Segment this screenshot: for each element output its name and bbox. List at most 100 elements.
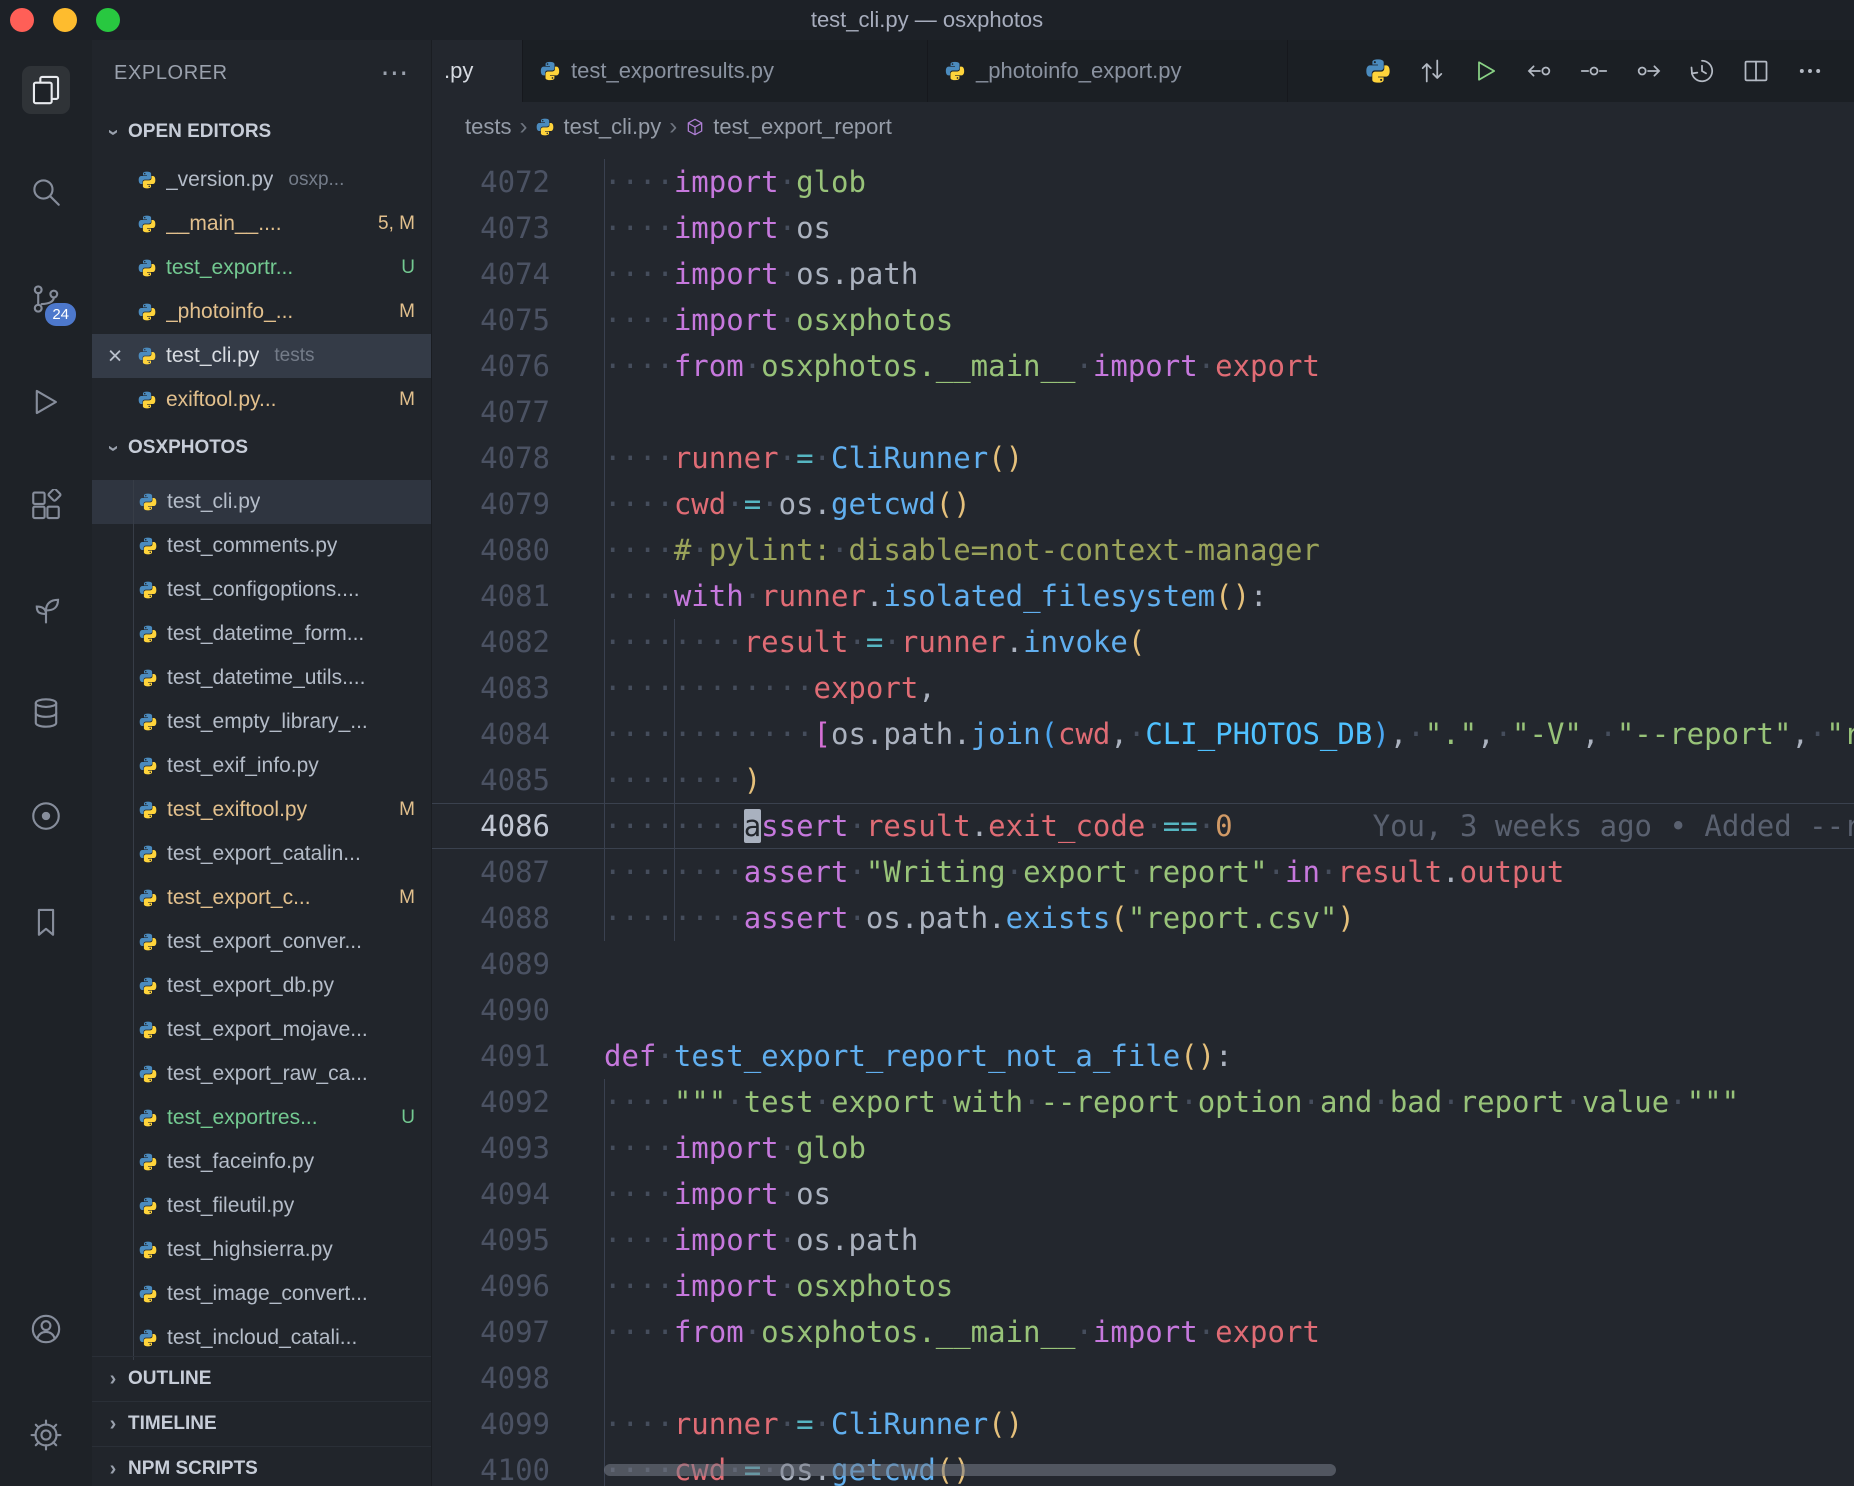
code-line[interactable]: 4092····"""·test·export·with·--report·op… <box>432 1079 1854 1125</box>
more-actions-icon[interactable] <box>1796 57 1824 85</box>
code-line[interactable]: 4079····cwd·=·os.getcwd() <box>432 481 1854 527</box>
file-row[interactable]: test_export_conver... <box>92 920 431 964</box>
line-number[interactable]: 4076 <box>432 343 604 389</box>
close-icon[interactable]: × <box>102 342 128 371</box>
open-editor-item[interactable]: ×test_cli.pytests <box>92 334 431 378</box>
breadcrumb-item[interactable]: test_export_report <box>685 114 892 140</box>
line-number[interactable]: 4095 <box>432 1217 604 1263</box>
file-row[interactable]: test_datetime_form... <box>92 612 431 656</box>
line-number[interactable]: 4099 <box>432 1401 604 1447</box>
code-line[interactable]: 4097····from·osxphotos.__main__·import·e… <box>432 1309 1854 1355</box>
line-number[interactable]: 4098 <box>432 1355 604 1401</box>
file-row[interactable]: test_comments.py <box>92 524 431 568</box>
editor-tab[interactable]: test_exportresults.py <box>523 40 928 102</box>
line-number[interactable]: 4074 <box>432 251 604 297</box>
line-number[interactable]: 4096 <box>432 1263 604 1309</box>
code-line[interactable]: 4096····import·osxphotos <box>432 1263 1854 1309</box>
line-number[interactable]: 4100 <box>432 1447 604 1486</box>
file-row[interactable]: test_exiftool.pyM <box>92 788 431 832</box>
file-row[interactable]: test_datetime_utils.... <box>92 656 431 700</box>
file-row[interactable]: test_export_raw_ca... <box>92 1052 431 1096</box>
file-row[interactable]: test_fileutil.py <box>92 1184 431 1228</box>
breadcrumb-item[interactable]: test_cli.py <box>535 114 661 140</box>
minimize-window-button[interactable] <box>53 8 77 32</box>
line-number[interactable]: 4082 <box>432 619 604 665</box>
activity-item-bookmark[interactable] <box>22 898 70 946</box>
file-row[interactable]: test_export_c...M <box>92 876 431 920</box>
code-line[interactable]: 4072····import·glob <box>432 159 1854 205</box>
file-row[interactable]: test_export_catalin... <box>92 832 431 876</box>
activity-item-search[interactable] <box>22 168 70 216</box>
code-line[interactable]: 4091def·test_export_report_not_a_file(): <box>432 1033 1854 1079</box>
code-line[interactable]: 4073····import·os <box>432 205 1854 251</box>
activity-item-database[interactable] <box>22 689 70 737</box>
open-editor-item[interactable]: _version.pyosxp... <box>92 158 431 202</box>
next-change-icon[interactable] <box>1634 57 1662 85</box>
code-line[interactable]: 4094····import·os <box>432 1171 1854 1217</box>
split-editor-icon[interactable] <box>1742 57 1770 85</box>
line-number[interactable]: 4077 <box>432 389 604 435</box>
code-line[interactable]: 4076····from·osxphotos.__main__·import·e… <box>432 343 1854 389</box>
code-line[interactable]: 4078····runner·=·CliRunner() <box>432 435 1854 481</box>
editor-tab[interactable]: _photoinfo_export.py <box>928 40 1288 102</box>
activity-item-settings-gear[interactable] <box>22 1411 70 1459</box>
line-number[interactable]: 4093 <box>432 1125 604 1171</box>
file-row[interactable]: test_exportres...U <box>92 1096 431 1140</box>
code-line[interactable]: 4086········assert·result.exit_code·==·0… <box>432 803 1854 849</box>
code-line[interactable]: 4082········result·=·runner.invoke( <box>432 619 1854 665</box>
line-number[interactable]: 4094 <box>432 1171 604 1217</box>
open-editor-item[interactable]: test_exportr...U <box>92 246 431 290</box>
code-line[interactable]: 4089 <box>432 941 1854 987</box>
code-line[interactable]: 4088········assert·os.path.exists("repor… <box>432 895 1854 941</box>
line-number[interactable]: 4072 <box>432 159 604 205</box>
line-number[interactable]: 4090 <box>432 987 604 1033</box>
line-number[interactable]: 4081 <box>432 573 604 619</box>
activity-item-run-debug[interactable] <box>22 378 70 426</box>
line-number[interactable]: 4091 <box>432 1033 604 1079</box>
file-row[interactable]: test_image_convert... <box>92 1272 431 1316</box>
open-editor-item[interactable]: exiftool.py...M <box>92 378 431 422</box>
code-line[interactable]: 4087········assert·"Writing·export·repor… <box>432 849 1854 895</box>
activity-item-plant[interactable] <box>22 585 70 633</box>
previous-change-icon[interactable] <box>1526 57 1554 85</box>
line-number[interactable]: 4085 <box>432 757 604 803</box>
code-line[interactable]: 4084············[os.path.join(cwd,·CLI_P… <box>432 711 1854 757</box>
line-number[interactable]: 4089 <box>432 941 604 987</box>
line-number[interactable]: 4097 <box>432 1309 604 1355</box>
open-editor-item[interactable]: __main__....5, M <box>92 202 431 246</box>
file-row[interactable]: test_cli.py <box>92 480 431 524</box>
sidebar-section-timeline[interactable]: ›TIMELINE <box>92 1401 431 1446</box>
code-line[interactable]: 4098 <box>432 1355 1854 1401</box>
file-row[interactable]: test_export_db.py <box>92 964 431 1008</box>
open-editor-item[interactable]: _photoinfo_...M <box>92 290 431 334</box>
code-line[interactable]: 4077 <box>432 389 1854 435</box>
open-editors-section-header[interactable]: › OPEN EDITORS <box>92 106 431 158</box>
file-row[interactable]: test_export_mojave... <box>92 1008 431 1052</box>
activity-item-record[interactable] <box>22 792 70 840</box>
activity-item-accounts[interactable] <box>22 1305 70 1353</box>
line-number[interactable]: 4079 <box>432 481 604 527</box>
close-window-button[interactable] <box>10 8 34 32</box>
code-line[interactable]: 4075····import·osxphotos <box>432 297 1854 343</box>
code-line[interactable]: 4095····import·os.path <box>432 1217 1854 1263</box>
editor-tab[interactable]: .py <box>432 40 523 102</box>
activity-item-source-control[interactable]: 24 <box>22 275 70 323</box>
python-icon[interactable] <box>1364 57 1392 85</box>
code-line[interactable]: 4080····#·pylint:·disable=not-context-ma… <box>432 527 1854 573</box>
line-number[interactable]: 4086 <box>432 803 604 849</box>
activity-item-extensions[interactable] <box>22 482 70 530</box>
file-row[interactable]: test_empty_library_... <box>92 700 431 744</box>
line-number[interactable]: 4075 <box>432 297 604 343</box>
file-row[interactable]: test_exif_info.py <box>92 744 431 788</box>
zoom-window-button[interactable] <box>96 8 120 32</box>
sidebar-section-outline[interactable]: ›OUTLINE <box>92 1356 431 1401</box>
file-row[interactable]: test_faceinfo.py <box>92 1140 431 1184</box>
activity-item-explorer[interactable] <box>22 66 70 114</box>
osxphotos-section-header[interactable]: › OSXPHOTOS <box>92 422 431 474</box>
code-line[interactable]: 4074····import·os.path <box>432 251 1854 297</box>
run-button[interactable] <box>1472 57 1500 85</box>
code-line[interactable]: 4085········) <box>432 757 1854 803</box>
changes-icon[interactable] <box>1580 57 1608 85</box>
horizontal-scrollbar[interactable] <box>604 1464 1336 1476</box>
code-editor[interactable]: 4072····import·glob4073····import·os4074… <box>432 152 1854 1486</box>
